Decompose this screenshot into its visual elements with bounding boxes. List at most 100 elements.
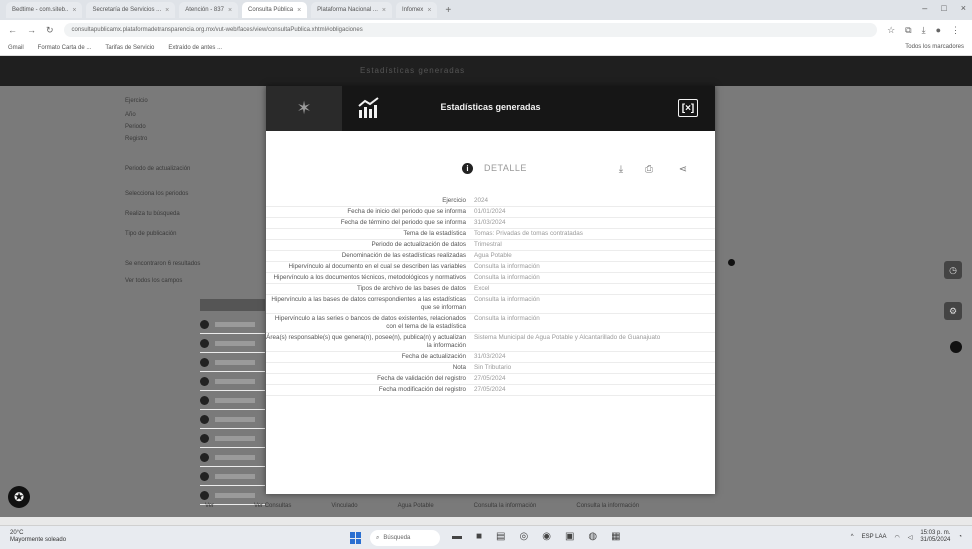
browser-tab[interactable]: Bedtime - com.siteb.. ×	[6, 2, 83, 18]
windows-taskbar: 20°C Mayormente soleado ⌕ Búsqueda ▬ ■ ▤ …	[0, 525, 972, 549]
detail-row: Hipervínculo al documento en el cual se …	[266, 262, 715, 273]
language-indicator[interactable]: ESP LAA	[862, 534, 887, 540]
chrome-icon[interactable]: ◉	[542, 531, 551, 542]
view-detail-icon[interactable]	[200, 471, 209, 481]
view-detail-icon[interactable]	[200, 490, 209, 500]
new-tab-button[interactable]: +	[441, 5, 455, 16]
menu-icon[interactable]: ⋮	[951, 25, 960, 36]
close-tab-icon[interactable]: ×	[382, 7, 386, 14]
table-row[interactable]	[200, 429, 265, 448]
settings-icon[interactable]: ⚙	[944, 302, 962, 320]
taskbar-search[interactable]: ⌕ Búsqueda	[370, 530, 440, 546]
reload-icon[interactable]: ↻	[46, 25, 54, 36]
view-detail-icon[interactable]	[200, 452, 209, 462]
forward-icon[interactable]: →	[27, 25, 36, 35]
row-link[interactable]: Consulta la información	[466, 262, 715, 272]
view-detail-icon[interactable]	[200, 414, 209, 424]
app-icon[interactable]: ▦	[611, 531, 620, 542]
browser-tab-active[interactable]: Consulta Pública ×	[242, 2, 308, 18]
app-icon[interactable]: ■	[476, 531, 482, 542]
maximize-button[interactable]: □	[941, 3, 946, 13]
close-tab-icon[interactable]: ×	[427, 7, 431, 14]
app-icon[interactable]: ◍	[588, 531, 597, 542]
table-row[interactable]	[200, 410, 265, 429]
store-icon[interactable]: ▣	[565, 531, 574, 542]
table-row[interactable]	[200, 315, 265, 334]
info-icon: i	[462, 163, 473, 174]
accessibility-icon[interactable]: ✪	[8, 486, 30, 508]
table-row[interactable]	[200, 334, 265, 353]
row-link[interactable]: Consulta la información	[466, 273, 715, 283]
close-window-button[interactable]: ×	[961, 3, 966, 13]
bookmark-item[interactable]: Tarifas de Servicio	[105, 45, 154, 51]
bg-cell[interactable]: Consulta la información	[474, 503, 537, 509]
row-value: 27/05/2024	[474, 375, 506, 382]
page-header-title: Estadísticas generadas	[360, 66, 466, 75]
view-detail-icon[interactable]	[200, 376, 209, 386]
clock-icon[interactable]: ◷	[944, 261, 962, 279]
bg-label: Tipo de publicación	[125, 231, 177, 237]
table-row[interactable]	[200, 467, 265, 486]
row-value: 01/01/2024	[474, 208, 506, 215]
windows-start-icon[interactable]	[350, 532, 362, 544]
bookmark-star-icon[interactable]: ☆	[887, 25, 895, 36]
close-tab-icon[interactable]: ×	[228, 7, 232, 14]
extensions-icon[interactable]: ⧉	[905, 25, 911, 36]
browser-tab[interactable]: Infomex ×	[395, 2, 438, 18]
download-icon[interactable]: ⤓	[614, 162, 628, 176]
view-detail-icon[interactable]	[200, 338, 209, 348]
wifi-icon[interactable]: ◠	[894, 534, 899, 541]
weather-widget[interactable]: 20°C Mayormente soleado	[10, 530, 66, 544]
bg-label: Selecciona los periodos	[125, 191, 189, 197]
row-label: Tema de la estadística	[403, 230, 466, 237]
row-link[interactable]: Consulta la información	[466, 295, 715, 313]
print-icon[interactable]: ⎙	[642, 162, 656, 176]
widgets-icon[interactable]: ▬	[452, 531, 462, 542]
close-tab-icon[interactable]: ×	[165, 7, 169, 14]
table-row[interactable]	[200, 353, 265, 372]
browser-tab[interactable]: Atención - 837 ×	[179, 2, 239, 18]
row-label: Fecha de actualización	[401, 353, 466, 360]
view-detail-icon[interactable]	[200, 395, 209, 405]
close-modal-button[interactable]: [×]	[678, 99, 698, 117]
close-tab-icon[interactable]: ×	[297, 7, 301, 14]
bg-cell[interactable]: Consulta la información	[576, 503, 639, 509]
edge-icon[interactable]: ◎	[520, 531, 529, 542]
bookmark-item[interactable]: Formato Carta de ...	[38, 45, 92, 51]
view-detail-icon[interactable]	[200, 433, 209, 443]
row-value: Sistema Municipal de Agua Potable y Alca…	[474, 334, 661, 341]
detail-row: Denominación de las estadísticas realiza…	[266, 251, 715, 262]
detail-row: Fecha de validación del registro 27/05/20…	[266, 374, 715, 385]
tab-label: Secretaría de Servicios ...	[92, 7, 162, 13]
url-field[interactable]: consultapublicamx.plataformadetransparen…	[63, 23, 878, 37]
browser-tab[interactable]: Secretaría de Servicios ... ×	[86, 2, 176, 18]
minimize-button[interactable]: –	[922, 3, 927, 13]
share-icon[interactable]: ⋖	[676, 162, 690, 176]
view-detail-icon[interactable]	[200, 357, 209, 367]
bg-label[interactable]: Ver todos los campos	[125, 278, 182, 284]
table-row[interactable]	[200, 372, 265, 391]
detail-label: DETALLE	[484, 163, 527, 173]
tray-chevron-icon[interactable]: ^	[851, 534, 854, 540]
volume-icon[interactable]: ◁	[908, 534, 913, 541]
help-icon[interactable]	[950, 341, 962, 353]
browser-tab[interactable]: Plataforma Nacional ... ×	[311, 2, 392, 18]
table-row[interactable]	[200, 448, 265, 467]
bg-cell: Ver	[205, 503, 215, 509]
profile-icon[interactable]: ●	[936, 25, 941, 36]
table-row[interactable]	[200, 391, 265, 410]
all-bookmarks-link[interactable]: Todos los marcadores	[905, 44, 964, 50]
back-icon[interactable]: ←	[8, 25, 17, 35]
clock[interactable]: 15:03 p. m. 31/05/2024	[920, 530, 950, 544]
row-label: Denominación de las estadísticas realiza…	[341, 252, 466, 259]
close-tab-icon[interactable]: ×	[72, 7, 76, 14]
download-icon[interactable]: ⤓	[922, 25, 926, 36]
bookmark-item[interactable]: Extraído de antes ...	[168, 45, 222, 51]
row-link[interactable]: Consulta la información	[466, 314, 715, 332]
notifications-icon[interactable]: ◔	[958, 534, 962, 540]
file-explorer-icon[interactable]: ▤	[496, 531, 505, 542]
row-label: Hipervínculo al documento en el cual se …	[288, 263, 466, 270]
bookmark-item[interactable]: Gmail	[8, 45, 24, 51]
view-detail-icon[interactable]	[200, 319, 209, 329]
browser-tab-bar: Bedtime - com.siteb.. × Secretaría de Ser…	[0, 0, 972, 20]
